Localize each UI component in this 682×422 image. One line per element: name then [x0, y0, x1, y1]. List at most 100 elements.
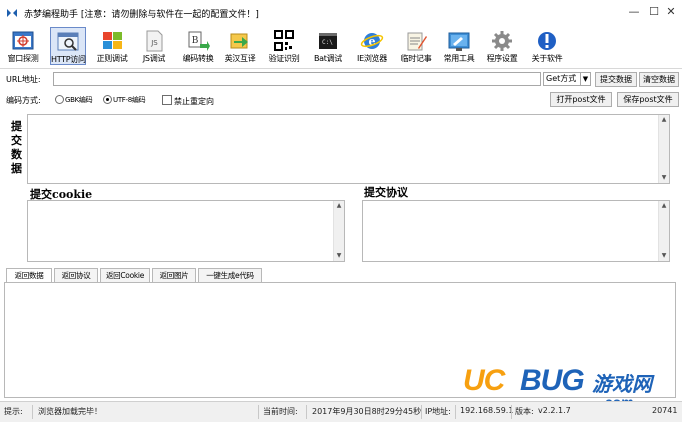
status-divider: [32, 405, 33, 419]
toolbar-window-probe-button[interactable]: 窗口探测: [4, 27, 42, 65]
protocol-scrollbar[interactable]: ▲ ▼: [658, 201, 669, 261]
scroll-down-icon[interactable]: ▼: [334, 251, 344, 261]
chevron-down-icon[interactable]: ▼: [580, 73, 590, 85]
clear-data-button[interactable]: 清空数据: [639, 72, 679, 87]
toolbar-label: 临时记事: [400, 54, 432, 63]
scroll-down-icon[interactable]: ▼: [659, 251, 669, 261]
scroll-up-icon[interactable]: ▲: [659, 115, 669, 125]
window-probe-icon: [12, 31, 34, 50]
toolbar-label: IE浏览器: [357, 54, 387, 63]
status-hint-value: 浏览器加载完毕！: [38, 407, 102, 416]
status-version-value: v2.2.1.7: [538, 406, 571, 415]
scroll-up-icon[interactable]: ▲: [334, 201, 344, 211]
toolbar-label: 正则调试: [96, 54, 128, 63]
submit-data-button[interactable]: 提交数据: [595, 72, 637, 87]
toolbar-label: 英汉互译: [224, 54, 256, 63]
toolbar-label: JS调试: [142, 54, 166, 63]
toolbar-label: 关于软件: [531, 54, 563, 63]
open-post-file-button[interactable]: 打开post文件: [550, 92, 612, 107]
scroll-up-icon[interactable]: ▲: [659, 201, 669, 211]
notepad-icon: [407, 32, 427, 51]
tools-icon: [448, 32, 470, 51]
tab-response-data[interactable]: 返回数据: [6, 268, 52, 283]
toolbar-label: 验证识别: [268, 54, 300, 63]
status-hint-label: 提示:: [4, 407, 23, 416]
request-method-value: Get方式: [546, 74, 577, 83]
status-ip-value: 192.168.59.1: [460, 406, 514, 415]
settings-gear-icon: [492, 31, 512, 51]
utf8-radio[interactable]: [103, 95, 112, 104]
toolbar-settings-button[interactable]: 程序设置: [484, 27, 520, 65]
status-time-label: 当前时间:: [263, 407, 298, 416]
minimize-button[interactable]: —: [623, 3, 645, 21]
translate-icon: [230, 33, 248, 49]
status-divider: [258, 405, 259, 419]
toolbar-about-button[interactable]: 关于软件: [528, 27, 566, 65]
tab-generate-e-code[interactable]: 一键生成e代码: [198, 268, 262, 282]
tab-response-cookie[interactable]: 返回Cookie: [100, 268, 150, 282]
gbk-radio[interactable]: [55, 95, 64, 104]
toolbar-regex-button[interactable]: 正则调试: [94, 27, 130, 65]
gbk-radio-label: GBK编码: [65, 96, 93, 104]
tab-response-image[interactable]: 返回图片: [152, 268, 196, 282]
svg-text:B: B: [192, 36, 199, 46]
status-bar: 提示: 浏览器加载完毕！ 当前时间: 2017年9月30日8时29分45秒 IP…: [0, 401, 682, 422]
toolbar-http-access-button[interactable]: HTTP访问: [50, 27, 86, 65]
encoding-label: 编码方式:: [6, 96, 41, 105]
toolbar-bat-button[interactable]: C:\ Bat调试: [310, 27, 346, 65]
encode-convert-icon: B: [188, 31, 210, 51]
toolbar-label: Bat调试: [313, 54, 343, 63]
cookie-textarea[interactable]: ▲ ▼: [27, 200, 345, 262]
toolbar-translate-button[interactable]: 英汉互译: [222, 27, 258, 65]
toolbar-encode-convert-button[interactable]: B 编码转换: [180, 27, 216, 65]
status-version-label: 版本:: [515, 407, 534, 416]
toolbar-ie-button[interactable]: e IE浏览器: [354, 27, 390, 65]
title-bar: 赤梦编程助手 [注意：请勿删除与软件在一起的配置文件！] — ☐ ✕: [0, 0, 682, 26]
tab-response-protocol[interactable]: 返回协议: [54, 268, 98, 282]
toolbar-label: 编码转换: [182, 54, 214, 63]
js-icon: JS: [146, 30, 163, 52]
status-time-value: 2017年9月30日8时29分45秒: [312, 407, 422, 416]
toolbar-label: 常用工具: [443, 54, 475, 63]
save-post-file-button[interactable]: 保存post文件: [617, 92, 679, 107]
main-toolbar: 窗口探测 HTTP访问 正则调试 JS JS调试 B 编码转换 英汉互译 验证识…: [0, 27, 682, 69]
status-divider: [455, 405, 456, 419]
scroll-down-icon[interactable]: ▼: [659, 173, 669, 183]
status-divider: [511, 405, 512, 419]
post-data-textarea[interactable]: ▲ ▼: [27, 114, 670, 184]
request-method-select[interactable]: Get方式 ▼: [543, 72, 591, 86]
watermark-logo-cn: 游戏网: [592, 372, 652, 396]
status-divider: [421, 405, 422, 419]
toolbar-tools-button[interactable]: 常用工具: [440, 27, 478, 65]
svg-text:JS: JS: [150, 39, 158, 47]
utf8-radio-label: UTF-8编码: [113, 96, 146, 104]
protocol-textarea[interactable]: ▲ ▼: [362, 200, 670, 262]
ie-browser-icon: e: [360, 33, 384, 49]
watermark-logo-bug: BUG: [520, 364, 585, 397]
regex-icon: [103, 32, 122, 49]
info-icon: [538, 32, 556, 50]
no-redirect-checkbox[interactable]: [162, 95, 172, 105]
post-data-label: 提交数据: [11, 120, 22, 175]
http-access-icon: [57, 32, 79, 51]
toolbar-notepad-button[interactable]: 临时记事: [398, 27, 434, 65]
toolbar-js-button[interactable]: JS JS调试: [136, 27, 172, 65]
close-button[interactable]: ✕: [660, 3, 682, 21]
toolbar-captcha-button[interactable]: 验证识别: [266, 27, 302, 65]
watermark-logo-uc: UC: [463, 364, 505, 397]
status-ip-label: IP地址:: [425, 407, 451, 416]
toolbar-label: 窗口探测: [7, 54, 39, 63]
url-label: URL地址:: [6, 75, 41, 84]
url-input[interactable]: [53, 72, 541, 86]
cookie-scrollbar[interactable]: ▲ ▼: [333, 201, 344, 261]
no-redirect-label: 禁止重定向: [174, 97, 214, 106]
toolbar-label: 程序设置: [486, 54, 518, 63]
status-divider: [306, 405, 307, 419]
qr-code-icon: [274, 30, 294, 51]
app-logo-icon: [7, 9, 17, 17]
toolbar-label: HTTP访问: [51, 55, 86, 64]
window-title: 赤梦编程助手 [注意：请勿删除与软件在一起的配置文件！]: [24, 10, 259, 20]
status-extra-value: 20741: [652, 406, 678, 415]
post-data-scrollbar[interactable]: ▲ ▼: [658, 115, 669, 183]
svg-text:C:\: C:\: [322, 39, 333, 46]
